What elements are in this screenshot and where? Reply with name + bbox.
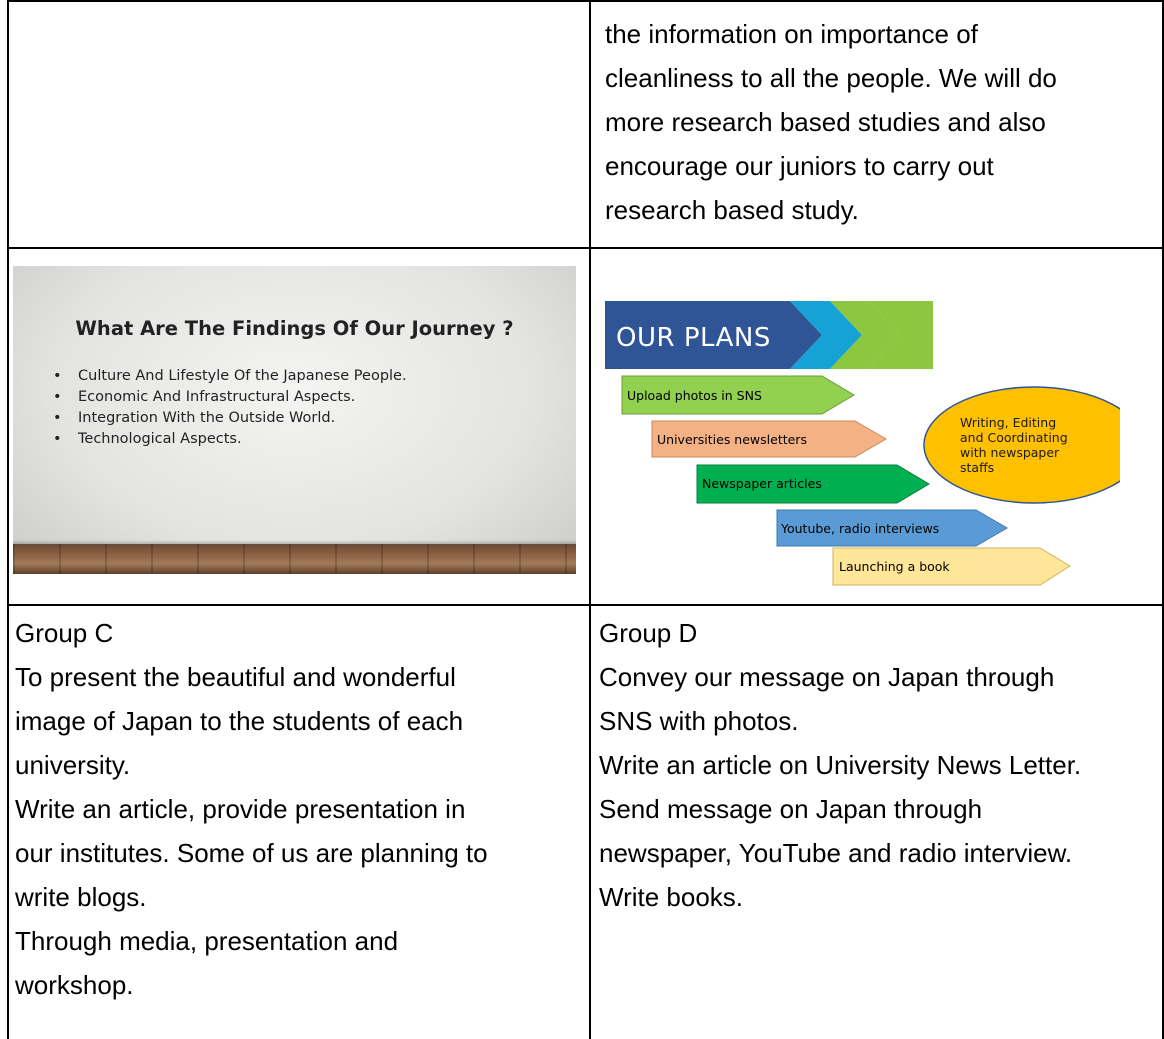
slide-bullet-list: • Culture And Lifestyle Of the Japanese P… bbox=[53, 366, 407, 450]
text-line: workshop. bbox=[15, 970, 134, 1000]
text-line: To present the beautiful and wonderful bbox=[15, 662, 456, 692]
table-top-border bbox=[7, 0, 1164, 2]
plan-label-newspaper: Newspaper articles bbox=[702, 476, 822, 491]
text-line: Write an article, provide presentation i… bbox=[15, 794, 466, 824]
text-line: Write an article on University News Lett… bbox=[599, 750, 1082, 780]
wooden-floor bbox=[13, 544, 576, 574]
text-line: Through media, presentation and bbox=[15, 926, 399, 956]
oval-line: and Coordinating bbox=[960, 430, 1068, 445]
group-c-heading: Group C bbox=[15, 618, 114, 648]
slide-title: What Are The Findings Of Our Journey ? bbox=[75, 317, 514, 340]
text-line: SNS with photos. bbox=[599, 706, 799, 736]
oval-line: with newspaper bbox=[960, 445, 1060, 460]
plan-label-newsletters: Universities newsletters bbox=[657, 432, 807, 447]
table-column-divider bbox=[589, 0, 591, 1039]
findings-slide-image: What Are The Findings Of Our Journey ? •… bbox=[13, 266, 576, 574]
text-line: newspaper, YouTube and radio interview. bbox=[599, 838, 1073, 868]
text-line: research based study. bbox=[605, 195, 859, 225]
text-line: Write books. bbox=[599, 882, 744, 912]
oval-line: Writing, Editing bbox=[960, 415, 1056, 430]
text-line: Send message on Japan through bbox=[599, 794, 983, 824]
plans-title: OUR PLANS bbox=[616, 323, 771, 353]
plan-label-sns: Upload photos in SNS bbox=[627, 388, 762, 403]
text-line: our institutes. Some of us are planning … bbox=[15, 838, 488, 868]
text-line: more research based studies and also bbox=[605, 107, 1046, 137]
slide-bullet: • Technological Aspects. bbox=[53, 431, 242, 447]
plan-label-book: Launching a book bbox=[839, 559, 950, 574]
text-line: cleanliness to all the people. We will d… bbox=[605, 63, 1057, 93]
our-plans-diagram: OUR PLANS Upload photos in SNS Universit… bbox=[605, 301, 1120, 586]
group-d-cell: Group D Convey our message on Japan thro… bbox=[599, 611, 1081, 919]
text-line: the information on importance of bbox=[605, 19, 978, 49]
group-c-cell: Group C To present the beautiful and won… bbox=[15, 611, 488, 1007]
text-line: Convey our message on Japan through bbox=[599, 662, 1055, 692]
table-row-divider-2 bbox=[7, 604, 1164, 606]
table-left-border bbox=[7, 0, 9, 1039]
oval-line: staffs bbox=[960, 460, 994, 475]
slide-bullet: • Culture And Lifestyle Of the Japanese P… bbox=[53, 368, 407, 384]
group-d-heading: Group D bbox=[599, 618, 698, 648]
text-line: image of Japan to the students of each bbox=[15, 706, 464, 736]
plan-label-youtube: Youtube, radio interviews bbox=[780, 521, 939, 536]
text-line: university. bbox=[15, 750, 131, 780]
slide-bullet: • Economic And Infrastructural Aspects. bbox=[53, 389, 356, 405]
top-right-cell-text: the information on importance of cleanli… bbox=[605, 12, 1057, 232]
slide-bullet: • Integration With the Outside World. bbox=[53, 410, 336, 426]
text-line: write blogs. bbox=[15, 882, 147, 912]
text-line: encourage our juniors to carry out bbox=[605, 151, 994, 181]
table-row-divider-1 bbox=[7, 247, 1164, 249]
